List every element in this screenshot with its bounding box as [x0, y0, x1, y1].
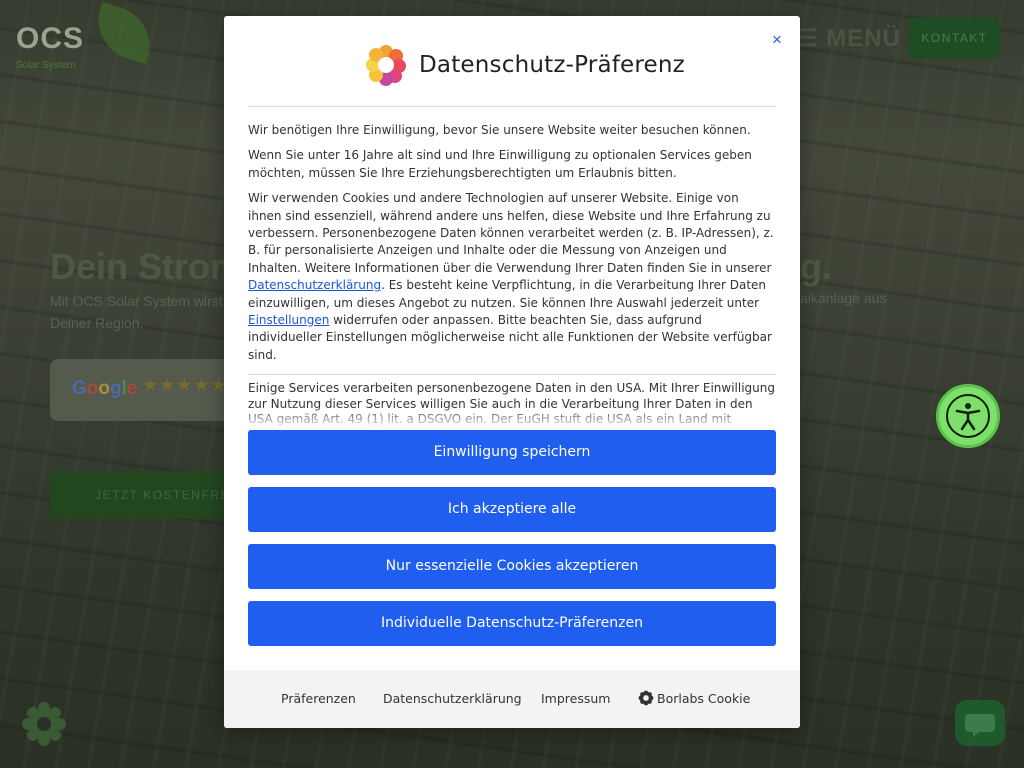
save-consent-button[interactable]: Einwilligung speichern [248, 430, 776, 475]
hero-subtitle-end: aikanlage aus [800, 290, 887, 306]
individual-preferences-button[interactable]: Individuelle Datenschutz-Präferenzen [248, 601, 776, 646]
flower-logo-icon [366, 45, 406, 86]
cookie-explanation: Wir verwenden Cookies und andere Technol… [248, 190, 776, 364]
accept-essential-button[interactable]: Nur essenzielle Cookies akzeptieren [248, 544, 776, 589]
chat-button[interactable] [955, 700, 1005, 746]
accessibility-button[interactable] [936, 384, 1000, 448]
hero-title: Dein Strom [50, 246, 243, 287]
borlabs-cookie-icon [22, 702, 66, 746]
close-icon[interactable]: × [767, 30, 787, 50]
logo-subtitle: Solar System [16, 60, 76, 71]
footer-imprint-link[interactable]: Impressum [541, 691, 610, 706]
hero-title-end: g. [800, 246, 832, 287]
accept-all-button[interactable]: Ich akzeptiere alle [248, 487, 776, 532]
consent-intro: Wir benötigen Ihre Einwilligung, bevor S… [248, 123, 751, 137]
footer-preferences-link[interactable]: Präferenzen [281, 691, 356, 706]
borlabs-cookie-icon [638, 690, 654, 706]
google-logo: Google [72, 378, 138, 399]
dialog-title: Datenschutz-Präferenz [419, 52, 685, 78]
accessibility-icon [946, 394, 990, 438]
explanation-text-1: Wir verwenden Cookies und andere Technol… [248, 191, 774, 275]
footer-borlabs-link[interactable]: Borlabs Cookie [657, 691, 750, 706]
scroll-fade [248, 406, 776, 430]
settings-link[interactable]: Einstellungen [248, 313, 329, 327]
borlabs-cookie-fab[interactable] [20, 700, 68, 748]
privacy-dialog: Datenschutz-Präferenz × Wir benötigen Ih… [224, 16, 800, 728]
logo-text: OCS [16, 22, 85, 55]
contact-button[interactable]: KONTAKT [909, 18, 1000, 59]
menu-button[interactable]: ☰ MENÜ [796, 24, 901, 53]
rating-stars: ★★★★★ [142, 375, 228, 395]
menu-label: MENÜ [826, 25, 901, 52]
footer-privacy-link[interactable]: Datenschutzerklärung [383, 691, 522, 706]
site-logo[interactable]: OCS Solar System [16, 1, 160, 72]
dialog-body: Wir benötigen Ihre Einwilligung, bevor S… [248, 122, 776, 430]
menu-icon: ☰ [796, 25, 827, 52]
cta-button[interactable]: JETZT KOSTENFREIES [50, 471, 224, 519]
google-rating-card[interactable]: Google ★★★★★ [50, 359, 250, 421]
privacy-policy-link[interactable]: Datenschutzerklärung [248, 278, 381, 292]
dialog-footer: Präferenzen Datenschutzerklärung Impress… [224, 670, 800, 728]
chat-bubble-icon [965, 714, 995, 737]
hero-subtitle: Mit OCS Solar System wirst Deiner Region… [50, 293, 223, 331]
header-divider [248, 106, 776, 107]
age-notice: Wenn Sie unter 16 Jahre alt sind und Ihr… [248, 148, 752, 180]
